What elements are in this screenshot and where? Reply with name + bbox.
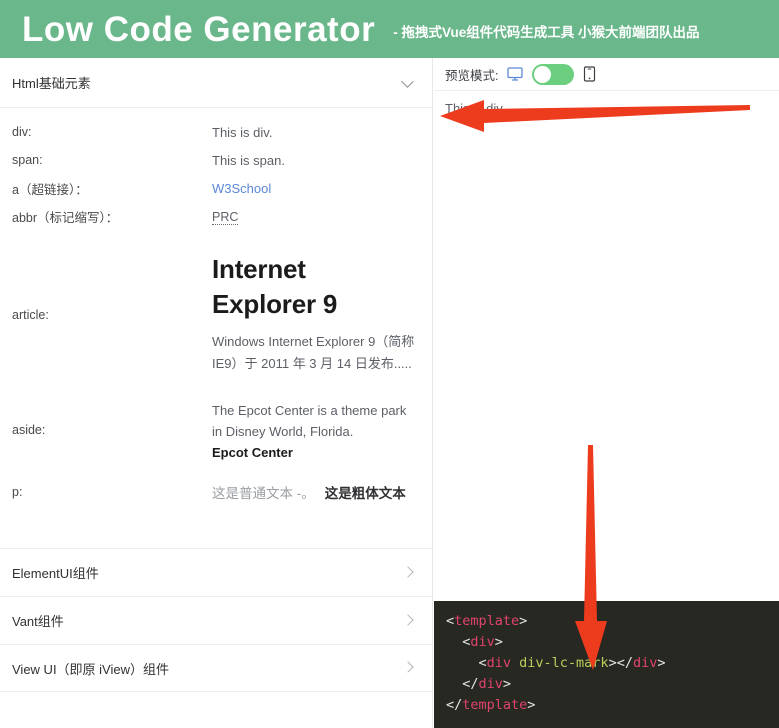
code-lines: <template> <div> <div div-lc-mark></div>… <box>446 611 779 716</box>
code-token-punc: > <box>494 634 503 650</box>
demo-row-label: a（超链接）： <box>12 182 88 197</box>
chevron-right-icon <box>402 661 414 673</box>
code-token-punc: < <box>446 634 471 650</box>
generated-code-block: <template> <div> <div div-lc-mark></div>… <box>434 601 779 728</box>
code-token-attr: div-lc-mark <box>511 655 609 671</box>
collapse-header-label: Vant组件 <box>12 614 64 630</box>
components-panel: Html基础元素 div: This is div. span: This is… <box>0 58 433 728</box>
collapse-header-html-basics[interactable]: Html基础元素 <box>0 58 432 108</box>
article-content: Internet Explorer 9 Windows Internet Exp… <box>212 248 418 382</box>
collapse-header-viewui[interactable]: View UI（即原 iView）组件 <box>0 644 432 693</box>
mobile-phone-icon[interactable] <box>583 66 596 82</box>
collapse-header-vant[interactable]: Vant组件 <box>0 596 432 644</box>
code-line: </div> <box>446 674 779 695</box>
code-token-punc: </ <box>446 676 479 692</box>
demo-row-anchor: a（超链接）： W3School <box>0 174 432 202</box>
app-subtitle: - 拖拽式Vue组件代码生成工具 小猴大前端团队出品 <box>393 24 700 40</box>
code-token-punc: ></ <box>608 655 633 671</box>
preview-panel: 预览模式: This is div. <template> <div> <div… <box>434 58 779 728</box>
aside-paragraph: The Epcot Center is a theme park in Disn… <box>212 403 407 440</box>
demo-row-label: abbr（标记缩写）： <box>12 210 119 225</box>
code-token-tag: div <box>478 676 503 692</box>
demo-row-span: span: This is span. <box>0 146 432 174</box>
demo-row-paragraph: p: 这是普通文本 -。 这是粗体文本 <box>0 478 432 506</box>
w3school-link[interactable]: W3School <box>212 181 271 196</box>
code-token-tag: div <box>470 634 495 650</box>
code-token-punc: < <box>446 655 487 671</box>
preview-mode-switch[interactable] <box>532 63 575 85</box>
article-paragraph: Windows Internet Explorer 9（简称 IE9）于 201… <box>212 333 415 372</box>
demo-row-aside: aside: The Epcot Center is a theme park … <box>0 400 432 460</box>
collapse-header-label: View UI（即原 iView）组件 <box>12 661 169 677</box>
collapse-header-elementui[interactable]: ElementUI组件 <box>0 548 432 596</box>
code-token-punc: > <box>527 697 536 713</box>
collapse-header-label: Html基础元素 <box>12 76 91 91</box>
app-banner: Low Code Generator - 拖拽式Vue组件代码生成工具 小猴大前… <box>0 0 779 58</box>
demo-row-value: Internet Explorer 9 Windows Internet Exp… <box>212 248 418 382</box>
code-line: <div div-lc-mark></div> <box>446 653 779 674</box>
demo-row-label: article: <box>12 308 49 323</box>
abbr-prc: PRC <box>212 209 239 225</box>
demo-row-div: div: This is div. <box>0 118 432 146</box>
code-token-punc: > <box>657 655 666 671</box>
code-token-tag: div <box>632 655 658 671</box>
code-token-punc: > <box>502 676 512 692</box>
chevron-right-icon <box>402 566 414 578</box>
preview-mode-bar: 预览模式: <box>434 58 779 91</box>
chevron-right-icon <box>402 614 414 626</box>
demo-row-article: article: Internet Explorer 9 Windows Int… <box>0 248 432 382</box>
demo-row-value: This is div. <box>212 124 273 140</box>
demo-row-value: The Epcot Center is a theme park in Disn… <box>212 400 418 460</box>
code-line: </template> <box>446 695 779 716</box>
code-token-punc: </ <box>446 697 463 713</box>
html-basics-content: div: This is div. span: This is span. a（… <box>0 108 432 693</box>
preview-div-text: This is div. <box>445 101 506 116</box>
article-heading-line1: Internet <box>212 254 306 284</box>
demo-row-value: 这是普通文本 -。 这是粗体文本 <box>212 482 418 502</box>
article-heading-line2: Explorer 9 <box>212 289 338 320</box>
code-token-punc: < <box>446 613 455 629</box>
demo-row-value: PRC <box>212 209 418 225</box>
desktop-monitor-icon[interactable] <box>507 66 524 82</box>
code-token-tag: template <box>454 613 520 629</box>
demo-row-label: aside: <box>12 423 46 438</box>
demo-row-abbr: abbr（标记缩写）： PRC <box>0 202 432 230</box>
demo-row-value: This is span. <box>212 152 285 168</box>
code-token-tag: div <box>486 655 512 671</box>
code-token-tag: template <box>462 697 528 713</box>
code-line: <div> <box>446 632 779 653</box>
preview-mode-label: 预览模式: <box>445 68 499 83</box>
demo-row-value: W3School <box>212 181 418 196</box>
paragraph-normal-text: 这是普通文本 -。 <box>212 486 315 502</box>
switch-knob <box>534 65 552 83</box>
aside-strong-text: Epcot Center <box>212 445 293 461</box>
preview-canvas[interactable]: This is div. <box>434 91 779 603</box>
code-token-punc: > <box>519 613 528 629</box>
collapse-header-label: ElementUI组件 <box>12 566 99 582</box>
demo-row-label: div: <box>12 125 32 139</box>
demo-row-label: p: <box>12 485 23 500</box>
app-root: Low Code Generator - 拖拽式Vue组件代码生成工具 小猴大前… <box>0 0 779 728</box>
demo-row-label: span: <box>12 153 43 167</box>
code-line: <template> <box>446 611 779 632</box>
chevron-down-icon <box>401 74 414 88</box>
paragraph-bold-text: 这是粗体文本 <box>324 486 406 502</box>
app-title: Low Code Generator <box>22 9 376 49</box>
